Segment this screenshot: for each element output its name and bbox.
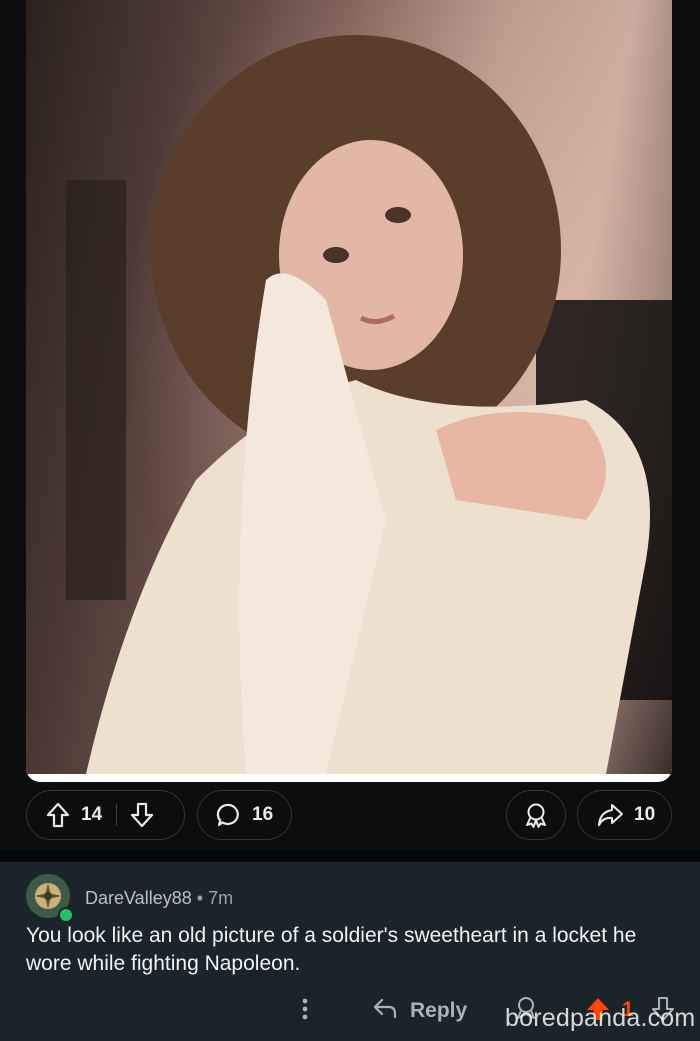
reply-label: Reply (410, 998, 468, 1022)
vertical-dots-icon[interactable] (298, 996, 312, 1027)
vote-divider (116, 804, 118, 826)
share-arrow-icon (596, 802, 624, 828)
online-status-icon (58, 907, 74, 923)
watermark: boredpanda.com (505, 1004, 696, 1032)
avatar[interactable] (26, 874, 74, 923)
share-count: 10 (634, 804, 656, 825)
comment-meta: DareValley88 • 7m (85, 888, 233, 909)
comment-text: You look like an old picture of a soldie… (26, 924, 637, 975)
post-image-frame[interactable] (26, 0, 672, 782)
comment-count: 16 (252, 804, 274, 825)
share-button[interactable]: 10 (577, 790, 672, 840)
reply-arrow-icon (372, 996, 398, 1025)
award-ribbon-icon (522, 801, 550, 829)
comment-timestamp: 7m (208, 888, 234, 908)
section-divider (0, 850, 700, 862)
post-action-bar: 14 16 10 (26, 790, 672, 842)
comment-username[interactable]: DareValley88 (85, 888, 192, 908)
vote-control: 14 (26, 790, 185, 840)
upvote-count: 14 (81, 804, 103, 825)
portrait-illustration (26, 0, 672, 774)
upvote-icon[interactable] (45, 801, 71, 829)
post: 14 16 10 (0, 0, 700, 850)
meta-separator: • (196, 888, 209, 908)
reply-button[interactable]: Reply (372, 996, 467, 1025)
post-image[interactable] (26, 0, 672, 774)
downvote-icon[interactable] (129, 801, 155, 829)
speech-bubble-icon (216, 802, 242, 828)
award-button[interactable] (506, 790, 566, 840)
comments-button[interactable]: 16 (197, 790, 292, 840)
comment: DareValley88 • 7m You look like an old p… (0, 862, 700, 1041)
